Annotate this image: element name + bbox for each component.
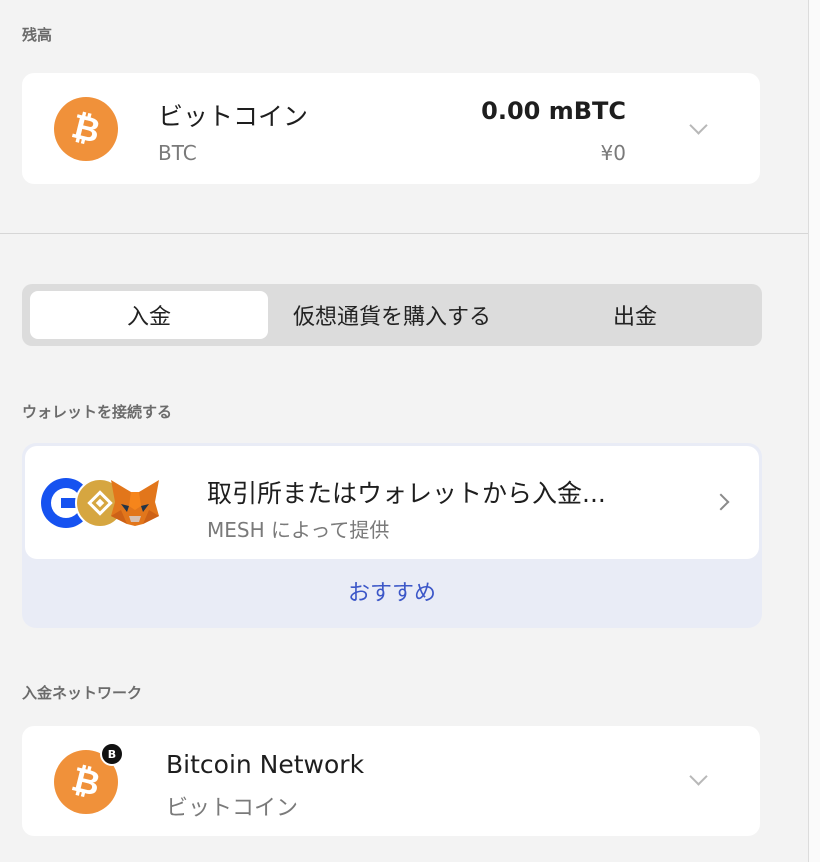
tab-buy-crypto[interactable]: 仮想通貨を購入する xyxy=(270,291,514,339)
coin-ticker: BTC xyxy=(158,141,197,165)
recommended-label: おすすめ xyxy=(347,581,436,606)
scrollbar-track[interactable] xyxy=(808,0,820,862)
balance-card[interactable]: ₿ ビットコイン BTC 0.00 mBTC ¥0 xyxy=(22,73,760,184)
metamask-logo-icon xyxy=(107,476,163,530)
wallet-section-label: ウォレットを接続する xyxy=(22,403,173,421)
balance-section-label: 残高 xyxy=(22,26,53,44)
network-card[interactable]: ₿ B Bitcoin Network ビットコイン xyxy=(22,726,760,836)
network-badge-icon: B xyxy=(100,742,124,766)
tab-withdraw[interactable]: 出金 xyxy=(516,291,754,339)
coin-name: ビットコイン xyxy=(158,102,309,131)
balance-amount: 0.00 mBTC xyxy=(481,97,626,125)
chevron-down-icon[interactable] xyxy=(689,767,708,786)
chevron-right-icon[interactable] xyxy=(712,493,730,511)
network-sub: ビットコイン xyxy=(166,796,299,821)
mesh-card-title: 取引所またはウォレットから入金... xyxy=(207,479,606,508)
mesh-card-subtitle: MESH によって提供 xyxy=(207,518,390,542)
balance-fiat: ¥0 xyxy=(600,141,626,165)
tab-deposit[interactable]: 入金 xyxy=(30,291,268,339)
section-divider xyxy=(0,233,808,234)
bitcoin-icon: ₿ xyxy=(54,97,118,161)
chevron-down-icon[interactable] xyxy=(689,116,708,135)
network-section-label: 入金ネットワーク xyxy=(22,684,143,702)
mesh-connect-card[interactable]: 取引所またはウォレットから入金... MESH によって提供 xyxy=(25,446,759,559)
network-name: Bitcoin Network xyxy=(166,750,365,779)
action-tabs: 入金 仮想通貨を購入する 出金 xyxy=(22,284,762,346)
